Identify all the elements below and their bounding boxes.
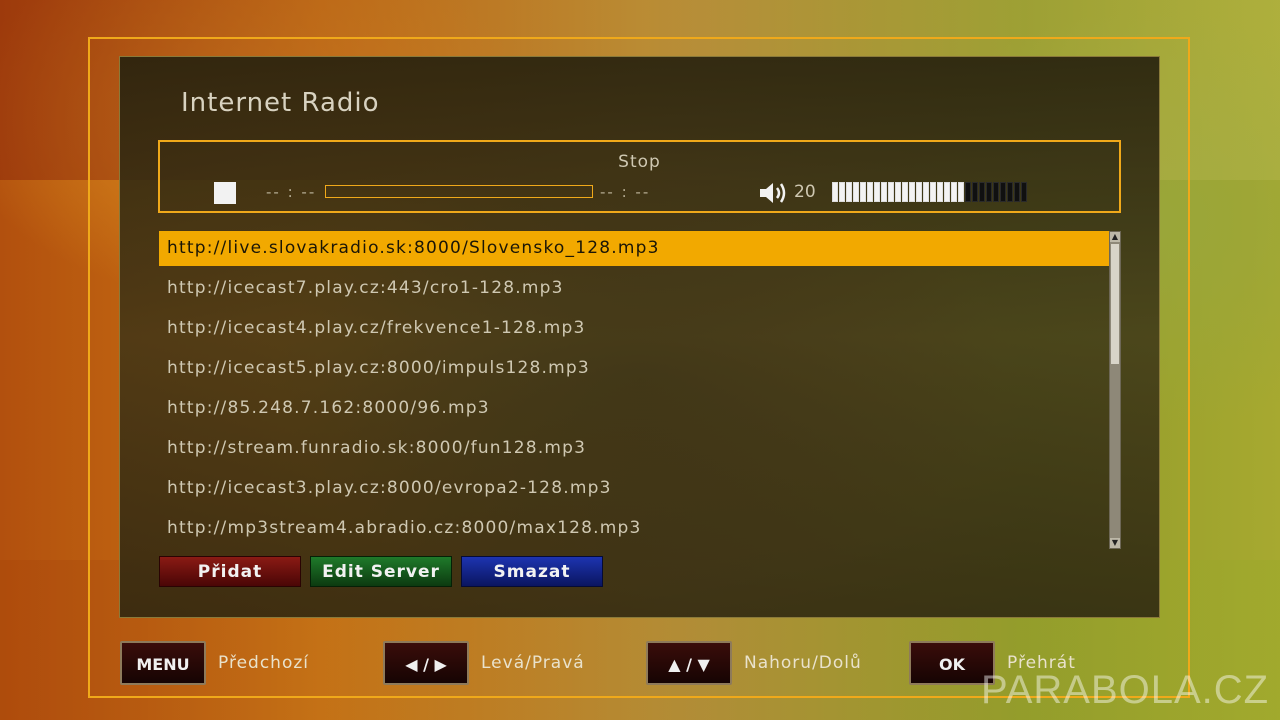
volume-segment (909, 182, 915, 202)
edit-server-button[interactable]: Edit Server (310, 556, 452, 587)
station-row[interactable]: http://icecast7.play.cz:443/cro1-128.mp3 (159, 271, 1109, 306)
volume-segment (993, 182, 999, 202)
delete-button[interactable]: Smazat (461, 556, 603, 587)
volume-segment (986, 182, 992, 202)
station-row[interactable]: http://live.slovakradio.sk:8000/Slovensk… (159, 231, 1109, 266)
menu-key-label: Předchozí (218, 653, 309, 673)
player-status: Stop (618, 152, 661, 172)
volume-segment (1007, 182, 1013, 202)
volume-segment (930, 182, 936, 202)
station-list: http://live.slovakradio.sk:8000/Slovensk… (159, 231, 1109, 551)
volume-segment (867, 182, 873, 202)
scroll-thumb[interactable] (1111, 244, 1119, 364)
station-row[interactable]: http://icecast3.play.cz:8000/evropa2-128… (159, 471, 1109, 506)
volume-segment (923, 182, 929, 202)
volume-segment (1000, 182, 1006, 202)
station-row[interactable]: http://85.248.7.162:8000/96.mp3 (159, 391, 1109, 426)
volume-segment (853, 182, 859, 202)
volume-segment (1021, 182, 1027, 202)
stop-icon[interactable] (214, 182, 236, 204)
volume-bar[interactable] (832, 182, 1027, 202)
volume-segment (888, 182, 894, 202)
volume-segment (832, 182, 838, 202)
volume-segment (965, 182, 971, 202)
station-row[interactable]: http://mp3stream4.abradio.cz:8000/max128… (159, 511, 1109, 546)
volume-segment (895, 182, 901, 202)
time-elapsed: -- : -- (266, 183, 317, 201)
station-row[interactable]: http://icecast4.play.cz/frekvence1-128.m… (159, 311, 1109, 346)
volume-segment (951, 182, 957, 202)
progress-bar (325, 185, 593, 198)
volume-segment (958, 182, 964, 202)
volume-segment (839, 182, 845, 202)
station-row[interactable]: http://icecast5.play.cz:8000/impuls128.m… (159, 351, 1109, 386)
scrollbar[interactable]: ▲ ▼ (1109, 231, 1121, 549)
volume-segment (846, 182, 852, 202)
left-right-key[interactable]: ◀ / ▶ (383, 641, 469, 685)
scroll-up-icon[interactable]: ▲ (1110, 232, 1120, 242)
scroll-down-icon[interactable]: ▼ (1110, 538, 1120, 548)
volume-segment (860, 182, 866, 202)
speaker-icon (760, 183, 786, 203)
volume-segment (874, 182, 880, 202)
add-button[interactable]: Přidat (159, 556, 301, 587)
watermark: PARABOLA.CZ (981, 668, 1270, 712)
volume-segment (916, 182, 922, 202)
volume-segment (881, 182, 887, 202)
volume-segment (979, 182, 985, 202)
volume-segment (902, 182, 908, 202)
menu-key[interactable]: MENU (120, 641, 206, 685)
up-down-key-label: Nahoru/Dolů (744, 653, 862, 673)
player-box: Stop -- : -- -- : -- 20 (158, 140, 1121, 213)
volume-segment (944, 182, 950, 202)
volume-segment (937, 182, 943, 202)
up-down-key[interactable]: ▲ / ▼ (646, 641, 732, 685)
left-right-key-label: Levá/Pravá (481, 653, 585, 673)
volume-value: 20 (794, 182, 816, 202)
page-title: Internet Radio (181, 88, 380, 118)
volume-segment (1014, 182, 1020, 202)
time-total: -- : -- (600, 183, 651, 201)
station-row[interactable]: http://stream.funradio.sk:8000/fun128.mp… (159, 431, 1109, 466)
volume-segment (972, 182, 978, 202)
